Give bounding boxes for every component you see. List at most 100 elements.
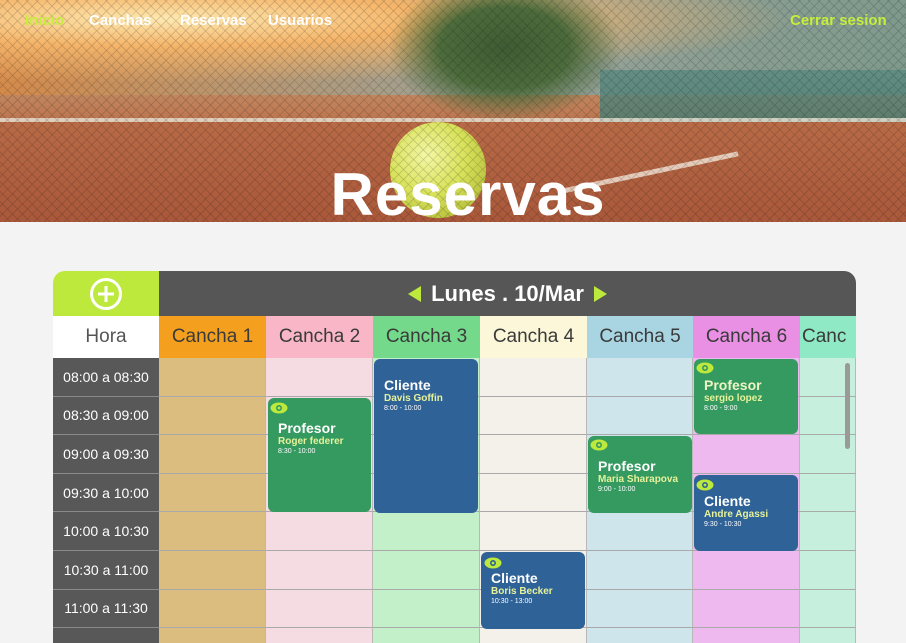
next-day-arrow-icon[interactable] [593, 285, 607, 302]
schedule-cell[interactable] [800, 512, 856, 551]
schedule-cell[interactable] [373, 512, 480, 551]
schedule-cell[interactable] [587, 550, 693, 590]
schedule-cell[interactable] [266, 550, 373, 590]
date-navigator: Lunes . 10/Mar [159, 271, 856, 316]
schedule-cell[interactable] [800, 589, 856, 629]
schedule-cell[interactable] [480, 473, 587, 513]
court-header: Cancha 1 [159, 316, 266, 358]
reservation-time: 8:30 - 10:00 [278, 448, 316, 455]
add-reservation-button[interactable] [53, 271, 159, 316]
reservation-person: Roger federer [278, 436, 344, 447]
time-slot-label: 09:30 a 10:00 [53, 473, 159, 513]
schedule-cell[interactable] [266, 589, 373, 629]
schedule-cell[interactable] [693, 628, 800, 643]
schedule-cell[interactable] [159, 473, 266, 513]
nav-canchas[interactable]: Canchas [89, 12, 152, 29]
schedule-cell[interactable] [266, 512, 373, 551]
schedule-cell[interactable] [373, 589, 480, 629]
reservation-type: Profesor [598, 458, 656, 474]
reservation-block[interactable]: Cliente Boris Becker 10:30 - 13:00 [481, 552, 585, 629]
hero-banner: Inicio Canchas Reservas Usuarios Cerrar … [0, 0, 906, 222]
court-column-1 [159, 358, 266, 643]
eye-icon[interactable] [696, 362, 714, 374]
reservation-person: Davis Goffin [384, 393, 443, 404]
schedule-cell[interactable] [800, 550, 856, 590]
schedule-cell[interactable] [159, 358, 266, 397]
schedule-cell[interactable] [266, 358, 373, 397]
nav-reservas[interactable]: Reservas [180, 12, 247, 29]
scheduler-topbar: Lunes . 10/Mar [53, 271, 856, 316]
hora-column-header: Hora [53, 316, 159, 358]
schedule-cell[interactable] [587, 589, 693, 629]
court-header: Cancha 2 [266, 316, 373, 358]
reservation-time: 8:00 - 9:00 [704, 405, 738, 412]
schedule-cell[interactable] [159, 396, 266, 436]
schedule-cell[interactable] [587, 396, 693, 436]
reservation-person: Boris Becker [491, 586, 553, 597]
plus-circle-icon [90, 277, 122, 310]
time-column: 08:00 a 08:30 08:30 a 09:00 09:00 a 09:3… [53, 358, 159, 643]
schedule-cell[interactable] [266, 628, 373, 643]
schedule-cell[interactable] [373, 628, 480, 643]
schedule-cell[interactable] [587, 512, 693, 551]
schedule-cell[interactable] [480, 512, 587, 551]
schedule-cell[interactable] [159, 435, 266, 474]
reservation-type: Cliente [384, 377, 431, 393]
eye-icon[interactable] [484, 557, 502, 569]
schedule-cell[interactable] [693, 435, 800, 474]
time-slot-label [53, 628, 159, 643]
time-slot-label: 09:00 a 09:30 [53, 435, 159, 474]
schedule-cell[interactable] [159, 589, 266, 629]
nav-inicio[interactable]: Inicio [25, 12, 64, 29]
schedule-cell[interactable] [159, 628, 266, 643]
court-header: Cancha 4 [480, 316, 587, 358]
schedule-cell[interactable] [373, 550, 480, 590]
schedule-cell[interactable] [159, 512, 266, 551]
reservation-type: Profesor [278, 420, 336, 436]
reservation-block[interactable]: Cliente Davis Goffin 8:00 - 10:00 [374, 359, 478, 513]
schedule-cell[interactable] [480, 628, 587, 643]
reservation-type: Cliente [491, 570, 538, 586]
time-slot-label: 08:30 a 09:00 [53, 396, 159, 436]
reservation-block[interactable]: Profesor Roger federer 8:30 - 10:00 [268, 398, 371, 512]
time-slot-label: 08:00 a 08:30 [53, 358, 159, 397]
reservation-block[interactable]: Profesor Maria Sharapova 9:00 - 10:00 [588, 436, 692, 513]
eye-icon[interactable] [590, 439, 608, 451]
reservation-time: 10:30 - 13:00 [491, 598, 533, 605]
page-title: Reservas [330, 161, 606, 222]
court-header: Cancha 3 [373, 316, 480, 358]
nav-usuarios[interactable]: Usuarios [268, 12, 332, 29]
reservation-person: Maria Sharapova [598, 474, 679, 485]
schedule-cell[interactable] [693, 550, 800, 590]
top-nav: Inicio Canchas Reservas Usuarios Cerrar … [0, 12, 906, 32]
time-slot-label: 10:30 a 11:00 [53, 550, 159, 590]
court-header: Canc [800, 316, 856, 358]
court-header: Cancha 5 [587, 316, 693, 358]
schedule-cell[interactable] [587, 628, 693, 643]
nav-cerrar-sesion[interactable]: Cerrar sesion [790, 12, 887, 29]
eye-icon[interactable] [696, 479, 714, 491]
schedule-cell[interactable] [693, 589, 800, 629]
previous-day-arrow-icon[interactable] [408, 285, 422, 302]
schedule-cell[interactable] [480, 435, 587, 474]
reservation-person: sergio lopez [704, 393, 763, 404]
reservation-person: Andre Agassi [704, 509, 769, 520]
schedule-cell[interactable] [587, 358, 693, 397]
reservation-time: 8:00 - 10:00 [384, 405, 422, 412]
schedule-cell[interactable] [800, 628, 856, 643]
time-slot-label: 11:00 a 11:30 [53, 589, 159, 629]
schedule-cell[interactable] [800, 473, 856, 513]
reservation-block[interactable]: Cliente Andre Agassi 9:30 - 10:30 [694, 475, 798, 551]
reservation-time: 9:00 - 10:00 [598, 486, 636, 493]
eye-icon[interactable] [270, 402, 288, 414]
reservation-scheduler: Lunes . 10/Mar Hora Cancha 1 Cancha 2 Ca… [53, 271, 856, 643]
reservation-type: Profesor [704, 377, 762, 393]
reservation-block[interactable]: Profesor sergio lopez 8:00 - 9:00 [694, 359, 798, 434]
schedule-cell[interactable] [480, 396, 587, 436]
schedule-cell[interactable] [480, 358, 587, 397]
scrollbar-thumb[interactable] [845, 363, 850, 449]
time-slot-label: 10:00 a 10:30 [53, 512, 159, 551]
current-date: Lunes . 10/Mar [431, 280, 584, 306]
court-header: Cancha 6 [693, 316, 800, 358]
schedule-cell[interactable] [159, 550, 266, 590]
